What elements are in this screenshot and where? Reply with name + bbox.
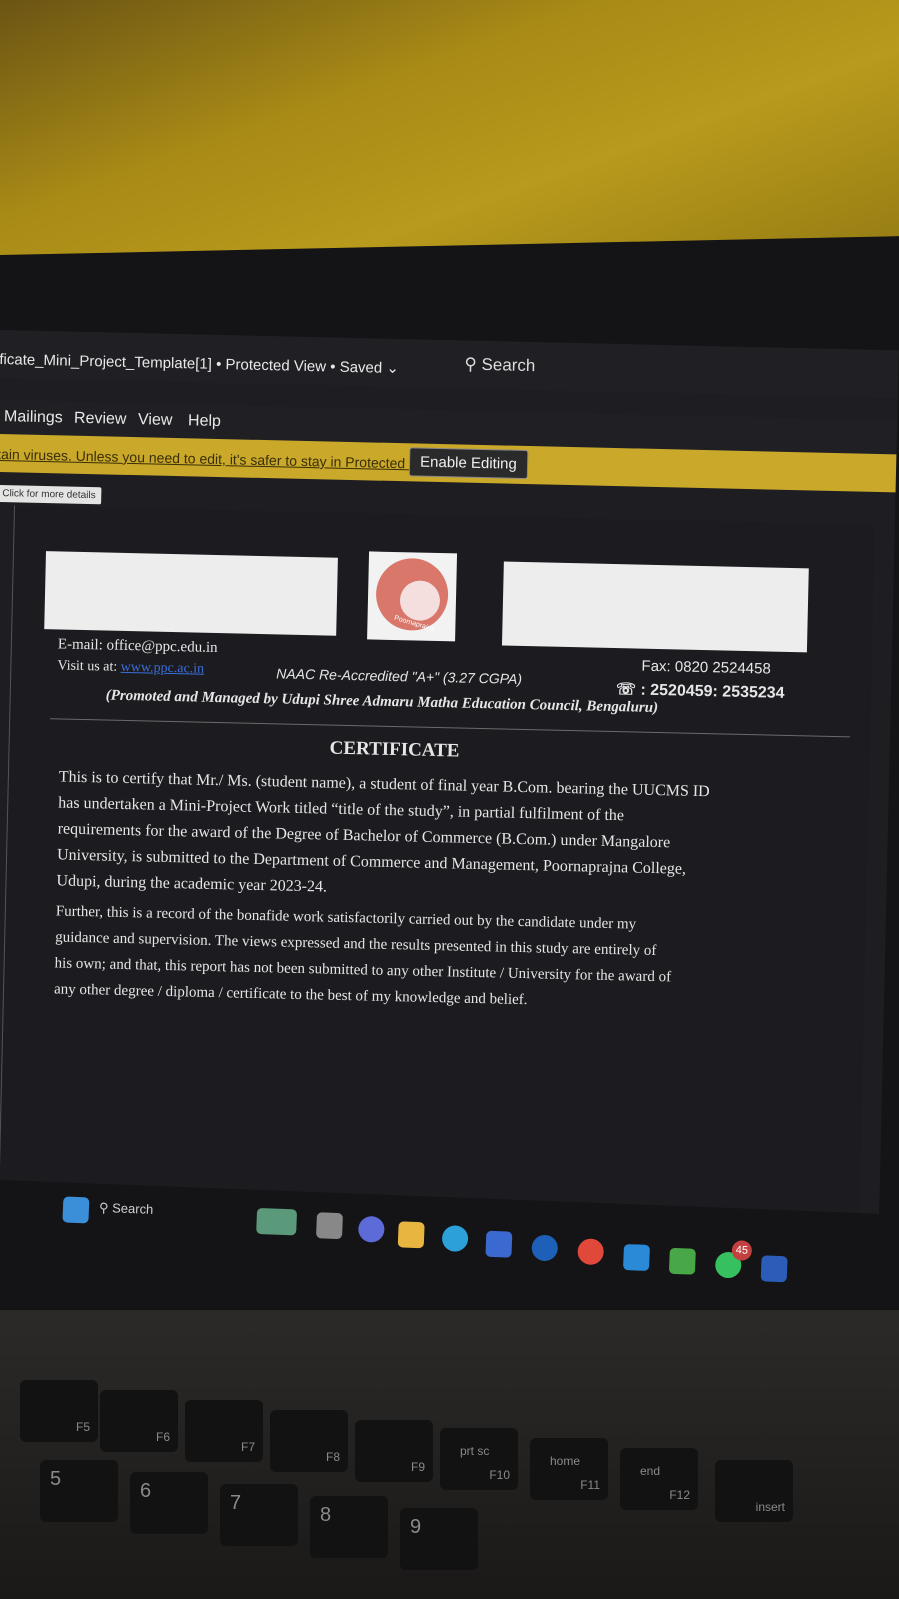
header-divider xyxy=(50,718,850,738)
tab-help[interactable]: Help xyxy=(188,412,221,431)
certificate-paragraph-2: Further, this is a record of the bonafid… xyxy=(54,898,776,1018)
promoted-line: (Promoted and Managed by Udupi Shree Adm… xyxy=(105,687,659,717)
website-link[interactable]: www.ppc.ac.in xyxy=(121,660,205,677)
search-icon: ⚲ xyxy=(98,1199,109,1216)
windows-start-icon[interactable] xyxy=(62,1196,90,1224)
app-icon[interactable] xyxy=(668,1247,696,1275)
laptop-keyboard: F5 F6 F7 F8 F9 prt sc F10 home F11 end F… xyxy=(0,1310,899,1599)
enable-editing-button[interactable]: Enable Editing xyxy=(408,447,529,480)
document-title[interactable]: ficate_Mini_Project_Template[1] • Protec… xyxy=(0,350,399,377)
whatsapp-badge: 45 xyxy=(731,1240,753,1261)
chevron-down-icon[interactable]: ⌄ xyxy=(386,360,399,377)
key-9[interactable]: 9 xyxy=(400,1508,478,1570)
key-home[interactable]: home F11 xyxy=(530,1438,608,1500)
key-end[interactable]: end F12 xyxy=(620,1448,698,1510)
store-icon[interactable] xyxy=(485,1230,513,1258)
tab-view[interactable]: View xyxy=(138,411,173,430)
monitor-screen: ficate_Mini_Project_Template[1] • Protec… xyxy=(0,330,899,1311)
save-status: Saved xyxy=(339,358,383,377)
edge-icon[interactable] xyxy=(441,1225,469,1253)
word-icon[interactable] xyxy=(760,1255,788,1283)
key-f8[interactable]: F8 xyxy=(270,1410,348,1472)
vscode-icon[interactable] xyxy=(623,1244,650,1271)
key-insert[interactable]: insert xyxy=(715,1460,793,1522)
taskbar-search[interactable]: ⚲ Search xyxy=(99,1200,154,1218)
file-explorer-icon[interactable] xyxy=(397,1221,425,1249)
dell-icon[interactable] xyxy=(531,1234,559,1262)
search-label: Search xyxy=(481,354,536,376)
protected-view-message[interactable]: tain viruses. Unless you need to edit, i… xyxy=(0,446,442,472)
college-seal: Poornaprajna xyxy=(367,551,458,642)
key-5[interactable]: 5 xyxy=(40,1460,118,1522)
key-f6[interactable]: F6 xyxy=(100,1390,178,1452)
phone-icon: ☏ xyxy=(615,681,637,699)
certificate-paragraph-1: This is to certify that Mr./ Ms. (studen… xyxy=(56,764,779,910)
search-box[interactable]: ⚲ Search xyxy=(464,355,535,377)
key-7[interactable]: 7 xyxy=(220,1484,298,1546)
key-6[interactable]: 6 xyxy=(130,1472,208,1534)
fax-line: Fax: 0820 2524458 xyxy=(641,657,771,678)
widgets-icon[interactable] xyxy=(256,1207,298,1236)
key-f7[interactable]: F7 xyxy=(185,1400,263,1462)
email-line: E-mail: office@ppc.edu.in xyxy=(57,636,218,657)
key-f5[interactable]: F5 xyxy=(20,1380,98,1442)
task-view-icon[interactable] xyxy=(315,1212,343,1240)
seal-emblem-icon: Poornaprajna xyxy=(375,557,449,633)
tooltip: Click for more details xyxy=(0,484,102,505)
website-line: Visit us at: www.ppc.ac.in xyxy=(57,658,205,677)
view-mode: Protected View xyxy=(225,356,327,376)
document-page: Poornaprajna E-mail: office@ppc.edu.in V… xyxy=(0,505,875,1245)
teams-icon[interactable] xyxy=(357,1215,385,1243)
chrome-icon[interactable] xyxy=(577,1238,605,1266)
key-f9[interactable]: F9 xyxy=(355,1420,433,1482)
doc-name: ficate_Mini_Project_Template[1] xyxy=(0,350,213,373)
key-8[interactable]: 8 xyxy=(310,1496,388,1558)
naac-line: NAAC Re-Accredited "A+" (3.27 CGPA) xyxy=(276,665,523,687)
tab-mailings[interactable]: Mailings xyxy=(4,408,63,427)
tab-review[interactable]: Review xyxy=(74,410,127,429)
logo-right-redacted xyxy=(501,561,809,653)
key-prtsc[interactable]: prt sc F10 xyxy=(440,1428,518,1490)
search-icon: ⚲ xyxy=(464,354,478,374)
logo-left-redacted xyxy=(44,551,338,636)
certificate-title: CERTIFICATE xyxy=(329,737,460,762)
